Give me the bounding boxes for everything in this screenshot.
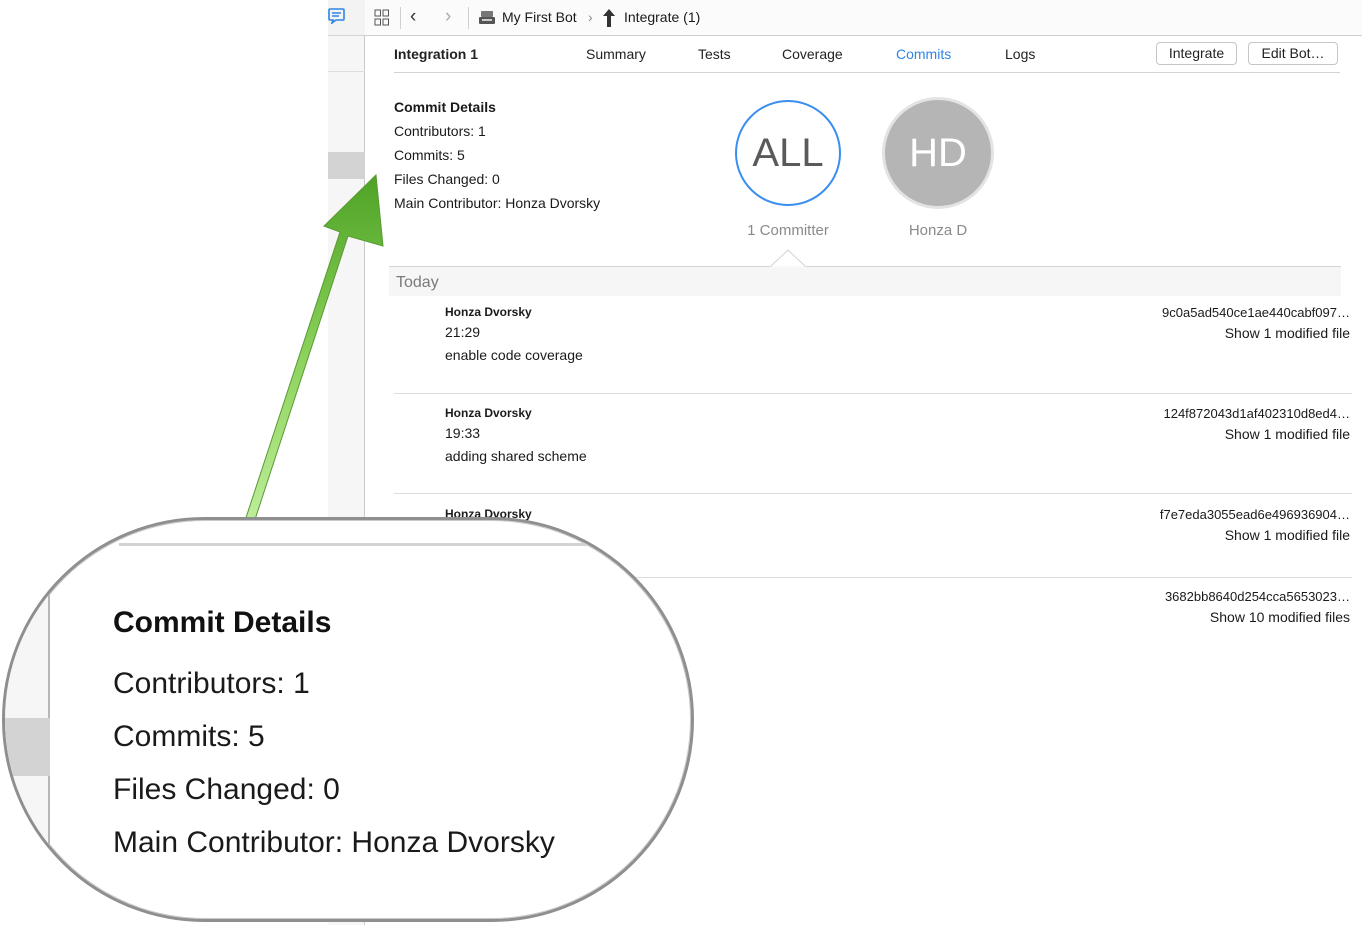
commit-details-heading: Commit Details (394, 99, 496, 115)
sidebar-row[interactable] (328, 36, 365, 72)
tab-coverage[interactable]: Coverage (782, 46, 843, 63)
commit-hash: 124f872043d1af402310d8ed4… (1163, 406, 1350, 421)
tab-logs[interactable]: Logs (1005, 46, 1035, 63)
show-modified-files-link[interactable]: Show 1 modified file (1225, 325, 1350, 342)
back-arrow-icon[interactable]: ‹ (410, 7, 416, 27)
commit-hash: 9c0a5ad540ce1ae440cabf097… (1162, 305, 1350, 320)
jump-bar: ‹ › My First Bot › Integrate (1) (365, 0, 1362, 36)
commit-author: Honza Dvorsky (445, 406, 532, 420)
list-item[interactable]: Honza Dvorsky 19:33 adding shared scheme… (394, 406, 1352, 486)
commit-author: Honza Dvorsky (445, 305, 532, 319)
bot-icon (479, 11, 495, 24)
toolbar-divider (400, 7, 401, 29)
commit-message: adding shared scheme (445, 448, 587, 464)
chat-bubble-icon[interactable] (328, 8, 346, 24)
integration-title: Integration 1 (394, 46, 479, 62)
magnified-commits: Commits: 5 (113, 720, 265, 753)
commit-time: 21:29 (445, 324, 481, 340)
contributors-count: Contributors: 1 (394, 123, 486, 139)
toolbar-divider (468, 7, 469, 29)
magnified-sidebar-selected-row (5, 718, 50, 776)
breadcrumb-chevron-icon: › (588, 9, 593, 25)
commit-message: enable code coverage (445, 347, 583, 363)
main-contributor: Main Contributor: Honza Dvorsky (394, 195, 601, 211)
commit-hash: f7e7eda3055ead6e496936904… (1159, 507, 1350, 522)
selection-caret-icon (770, 249, 806, 268)
show-modified-files-link[interactable]: Show 10 modified files (1210, 609, 1350, 626)
all-committers-filter[interactable]: ALL (735, 100, 841, 206)
commit-details: Commit Details Contributors: 1 Commits: … (394, 99, 600, 219)
magnified-main-contributor: Main Contributor: Honza Dvorsky (113, 826, 555, 859)
show-modified-files-link[interactable]: Show 1 modified file (1225, 527, 1350, 544)
commit-hash: 3682bb8640d254cca5653023… (1164, 589, 1350, 604)
tab-tests[interactable]: Tests (698, 46, 731, 63)
avatar[interactable]: HD (885, 100, 991, 206)
tab-commits[interactable]: Commits (896, 46, 951, 63)
related-items-grid-icon[interactable] (374, 9, 390, 26)
date-header-bar (389, 267, 1341, 296)
magnified-files-changed: Files Changed: 0 (113, 773, 340, 806)
magnified-divider (119, 543, 679, 546)
commits-count: Commits: 5 (394, 147, 465, 163)
breadcrumb-integration[interactable]: Integrate (1) (624, 9, 700, 26)
commit-time: 19:33 (445, 425, 481, 441)
edit-bot-button[interactable]: Edit Bot… (1248, 42, 1338, 65)
list-item[interactable]: Honza Dvorsky 21:29 enable code coverage… (394, 305, 1352, 385)
integration-icon (603, 9, 615, 27)
all-committers-caption: 1 Committer (747, 222, 829, 239)
magnified-contributors: Contributors: 1 (113, 667, 310, 700)
row-divider (394, 393, 1352, 394)
magnified-callout: Commit Details Contributors: 1 Commits: … (2, 517, 694, 922)
integration-tab-bar: Integration 1 Summary Tests Coverage Com… (394, 36, 1340, 73)
sidebar-selected-row[interactable] (328, 152, 365, 179)
forward-arrow-icon[interactable]: › (445, 7, 451, 27)
tab-summary[interactable]: Summary (586, 46, 646, 63)
row-divider (394, 493, 1352, 494)
files-changed-count: Files Changed: 0 (394, 171, 500, 187)
breadcrumb-bot[interactable]: My First Bot (502, 9, 577, 26)
sidebar-header (328, 0, 365, 36)
committer-name: Honza D (908, 222, 968, 239)
integrate-button[interactable]: Integrate (1156, 42, 1237, 65)
date-header: Today (396, 274, 439, 291)
show-modified-files-link[interactable]: Show 1 modified file (1225, 426, 1350, 443)
magnified-commit-details-heading: Commit Details (113, 606, 332, 639)
